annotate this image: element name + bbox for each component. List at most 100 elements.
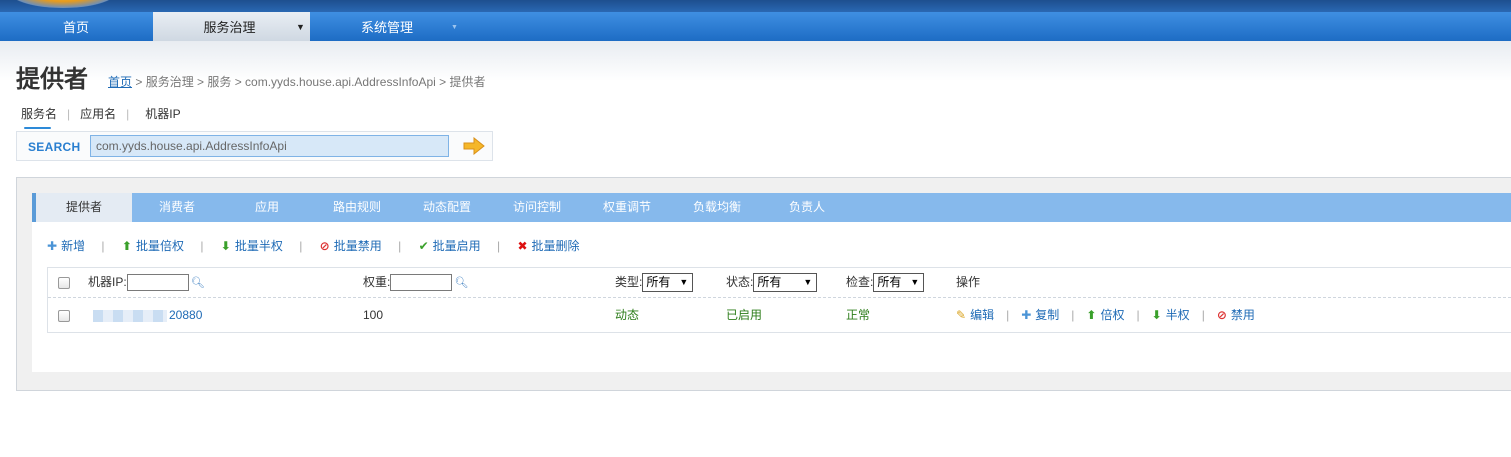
- search-tab-service[interactable]: 服务名: [21, 105, 57, 129]
- tab-owners[interactable]: 负责人: [762, 193, 852, 222]
- batch-enable-label: 批量启用: [432, 239, 481, 253]
- chevron-down-icon: ▼: [679, 277, 689, 288]
- nav-item-label: 服务治理: [203, 20, 256, 35]
- search-icon[interactable]: 🔍︎: [191, 269, 205, 297]
- search-tab-ip[interactable]: 机器IP: [145, 105, 180, 126]
- row-select-cell: [58, 298, 70, 332]
- nav-item-system-management[interactable]: 系统管理 ▼: [310, 12, 466, 41]
- table-header: 机器IP: 🔍︎ 权重: 🔍︎ 类型: 所有 ▼ 状态: 所有 ▼ 检查: 所有 ▼ 操作: [48, 268, 1511, 298]
- batch-half-label: 批量半权: [234, 239, 283, 253]
- divider: |: [1136, 308, 1140, 322]
- ip-filter-cell: 机器IP: 🔍︎: [88, 268, 205, 298]
- tab-applications[interactable]: 应用: [222, 193, 312, 222]
- edit-button[interactable]: ✎ 编辑: [956, 308, 994, 322]
- divider: |: [398, 239, 402, 253]
- divider: |: [1071, 308, 1075, 322]
- plus-icon: ✚: [47, 239, 58, 253]
- half-weight-label: 半权: [1165, 308, 1190, 322]
- breadcrumb-trail: > 服务治理 > 服务 > com.yyds.house.api.Address…: [132, 75, 486, 89]
- type-filter-cell: 类型: 所有 ▼: [615, 268, 694, 298]
- tab-dynamic-config[interactable]: 动态配置: [402, 193, 492, 222]
- type-cell: 动态: [615, 308, 640, 322]
- divider: |: [1201, 308, 1205, 322]
- arrow-right-icon[interactable]: [463, 137, 485, 155]
- tab-consumers[interactable]: 消费者: [132, 193, 222, 222]
- search-type-tabs: 服务名 | 应用名 | 机器IP: [21, 105, 181, 129]
- nav-item-service-governance[interactable]: 服务治理 ▼: [153, 12, 310, 41]
- status-cell: 已启用: [726, 308, 763, 322]
- arrow-down-icon: ⬇: [220, 239, 231, 253]
- breadcrumb: 首页 > 服务治理 > 服务 > com.yyds.house.api.Addr…: [108, 73, 486, 90]
- check-select[interactable]: 所有 ▼: [873, 273, 925, 293]
- ip-cell: 20880: [93, 298, 202, 332]
- disable-button[interactable]: ⊘ 禁用: [1217, 308, 1255, 322]
- type-select[interactable]: 所有 ▼: [642, 273, 694, 293]
- batch-delete-label: 批量删除: [531, 239, 580, 253]
- copy-label: 复制: [1035, 308, 1060, 322]
- status-filter-cell: 状态: 所有 ▼: [726, 268, 818, 298]
- divider: |: [1006, 308, 1010, 322]
- add-label: 新增: [61, 239, 86, 253]
- ban-icon: ⊘: [319, 239, 330, 253]
- ip-filter-input[interactable]: [126, 274, 189, 292]
- close-icon: ✖: [517, 239, 528, 253]
- search-icon[interactable]: 🔍︎: [454, 269, 468, 297]
- status-header: 状态:: [726, 275, 754, 289]
- weight-filter-input[interactable]: [390, 274, 453, 292]
- tab-access-control[interactable]: 访问控制: [492, 193, 582, 222]
- tab-weights[interactable]: 权重调节: [582, 193, 672, 222]
- ops-header: 操作: [956, 275, 981, 289]
- search-label: SEARCH: [28, 140, 81, 154]
- batch-enable-button[interactable]: ✔ 批量启用: [419, 237, 481, 254]
- chevron-down-icon: ▼: [296, 22, 305, 32]
- breadcrumb-home-link[interactable]: 首页: [108, 75, 132, 89]
- batch-disable-button[interactable]: ⊘ 批量禁用: [320, 237, 382, 254]
- status-select-value: 所有: [757, 275, 782, 290]
- arrow-up-icon: ⬆: [1086, 308, 1097, 322]
- plus-icon: ✚: [1021, 308, 1032, 322]
- select-all-checkbox[interactable]: [58, 276, 70, 289]
- nav-item-home[interactable]: 首页: [0, 12, 152, 41]
- redacted-ip-block: [93, 309, 167, 322]
- select-all-cell: [58, 268, 70, 298]
- batch-disable-label: 批量禁用: [333, 239, 382, 253]
- weight-cell: 100: [363, 308, 384, 322]
- arrow-down-icon: ⬇: [1151, 308, 1162, 322]
- tab-bar: 提供者 消费者 应用 路由规则 动态配置 访问控制 权重调节 负载均衡 负责人: [32, 193, 1511, 222]
- divider: |: [299, 239, 303, 253]
- search-input[interactable]: [90, 135, 449, 157]
- provider-address-link[interactable]: 20880: [169, 308, 202, 322]
- status-select[interactable]: 所有 ▼: [753, 273, 818, 293]
- type-header: 类型:: [615, 275, 643, 289]
- page-title: 提供者: [16, 66, 88, 93]
- tab-providers[interactable]: 提供者: [32, 193, 132, 222]
- nav-item-label: 系统管理: [360, 20, 413, 35]
- row-checkbox[interactable]: [58, 309, 70, 322]
- divider: |: [101, 239, 105, 253]
- half-weight-button[interactable]: ⬇ 半权: [1152, 308, 1190, 322]
- search-tab-application[interactable]: 应用名: [80, 105, 116, 126]
- toolbar: ✚ 新增 | ⬆ 批量倍权 | ⬇ 批量半权 | ⊘ 批量禁用 | ✔ 批量启用 | ✖ 批…: [47, 237, 580, 254]
- divider: |: [496, 239, 501, 253]
- ops-cell: ✎ 编辑 | ✚ 复制 | ⬆ 倍权 | ⬇ 半权 | ⊘ 禁用: [956, 298, 1255, 332]
- ip-header: 机器IP:: [88, 275, 127, 289]
- add-button[interactable]: ✚ 新增: [47, 237, 85, 254]
- ban-icon: ⊘: [1216, 308, 1227, 322]
- check-cell: 正常: [846, 308, 871, 322]
- chevron-down-icon: ▼: [451, 24, 458, 31]
- top-banner: [0, 0, 1511, 12]
- batch-double-weight-button[interactable]: ⬆ 批量倍权: [122, 237, 184, 254]
- copy-button[interactable]: ✚ 复制: [1021, 308, 1059, 322]
- type-select-value: 所有: [646, 275, 671, 290]
- tab-load-balance[interactable]: 负载均衡: [672, 193, 762, 222]
- batch-delete-button[interactable]: ✖ 批量删除: [517, 237, 579, 254]
- main-panel: 提供者 消费者 应用 路由规则 动态配置 访问控制 权重调节 负载均衡 负责人 …: [16, 177, 1511, 391]
- divider: |: [200, 239, 204, 253]
- weight-header: 权重:: [363, 275, 391, 289]
- tab-routes[interactable]: 路由规则: [312, 193, 402, 222]
- main-nav: 首页 服务治理 ▼ 系统管理 ▼: [0, 12, 1511, 41]
- double-weight-label: 倍权: [1100, 308, 1125, 322]
- batch-half-weight-button[interactable]: ⬇ 批量半权: [221, 237, 283, 254]
- check-filter-cell: 检查: 所有 ▼: [846, 268, 925, 298]
- double-weight-button[interactable]: ⬆ 倍权: [1086, 308, 1124, 322]
